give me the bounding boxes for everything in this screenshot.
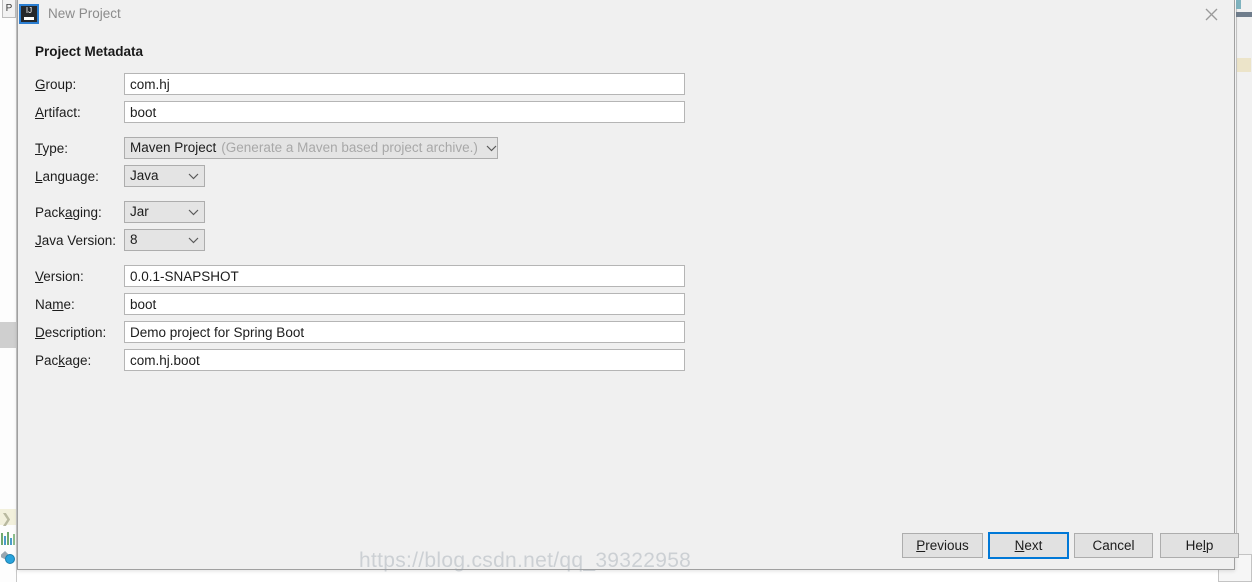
form-row-java-version: Java Version: 8 [18, 229, 1234, 257]
chevron-down-icon [180, 237, 199, 244]
label-name: Name: [35, 297, 75, 312]
ide-right-marker-teal [1236, 0, 1241, 9]
label-package: Package: [35, 353, 92, 368]
page-title: Project Metadata [35, 44, 144, 59]
dialog-title: New Project [48, 6, 121, 21]
language-select[interactable]: Java [124, 165, 205, 187]
label-java-version: Java Version: [35, 233, 117, 248]
screen: P ❯ IJ New Project Project Metadata Grou… [0, 0, 1252, 582]
type-select-value: Maven Project [130, 140, 217, 155]
help-button[interactable]: He l p [1160, 533, 1239, 558]
form-row-name: Name: [18, 293, 1234, 321]
ide-project-tab[interactable]: P [2, 0, 16, 18]
form-row-group: Group: [18, 73, 1234, 101]
chevron-down-icon [180, 173, 199, 180]
label-version: Version: [35, 269, 84, 284]
java-version-select-value: 8 [130, 232, 138, 247]
form-row-packaging: Packaging: Jar [18, 201, 1234, 229]
ide-scrollbar-thumb[interactable] [0, 322, 16, 348]
language-select-value: Java [130, 168, 159, 183]
label-language: Language: [35, 169, 99, 184]
ide-right-marker-slate [1236, 12, 1252, 17]
close-icon[interactable] [1189, 0, 1234, 28]
form-row-package: Package: [18, 349, 1234, 377]
form-row-description: Description: [18, 321, 1234, 349]
form-row-artifact: Artifact: [18, 101, 1234, 129]
ide-right-toolwindow-strip [1236, 0, 1252, 582]
cancel-button[interactable]: Cancel [1074, 533, 1153, 558]
chevron-down-icon [478, 145, 497, 152]
dialog-titlebar: IJ New Project [18, 0, 1234, 28]
artifact-input[interactable] [124, 101, 685, 123]
description-input[interactable] [124, 321, 685, 343]
label-artifact: Artifact: [35, 105, 81, 120]
chevron-right-icon[interactable]: ❯ [1, 512, 12, 527]
packaging-select[interactable]: Jar [124, 201, 205, 223]
ide-left-toolwindow-strip [0, 0, 17, 582]
form-row-version: Version: [18, 265, 1234, 293]
ij-logo-text: IJ [25, 6, 33, 15]
type-select[interactable]: Maven Project (Generate a Maven based pro… [124, 137, 498, 159]
intellij-idea-icon: IJ [19, 4, 39, 24]
form-row-language: Language: Java [18, 165, 1234, 193]
version-input[interactable] [124, 265, 685, 287]
label-type: Type: [35, 141, 69, 156]
label-group: Group: [35, 77, 77, 92]
ide-right-marker-cream [1237, 58, 1251, 72]
next-button[interactable]: Next [988, 532, 1069, 559]
label-description: Description: [35, 325, 107, 340]
globe-icon [5, 554, 15, 564]
ide-run-config-icon[interactable] [1, 550, 16, 565]
previous-button[interactable]: Previous [902, 533, 983, 558]
new-project-dialog: IJ New Project Project Metadata Group: Ar… [17, 0, 1239, 572]
ij-logo-bar [24, 17, 34, 20]
chevron-down-icon [180, 209, 199, 216]
type-select-hint: (Generate a Maven based project archive.… [221, 140, 478, 155]
ide-chart-bars-icon [1, 531, 16, 545]
name-input[interactable] [124, 293, 685, 315]
form-row-type: Type: Maven Project (Generate a Maven base… [18, 137, 1234, 165]
label-packaging: Packaging: [35, 205, 102, 220]
dialog-button-bar: Previous Next Cancel He l p [18, 532, 1239, 559]
packaging-select-value: Jar [130, 204, 149, 219]
group-input[interactable] [124, 73, 685, 95]
package-input[interactable] [124, 349, 685, 371]
java-version-select[interactable]: 8 [124, 229, 205, 251]
